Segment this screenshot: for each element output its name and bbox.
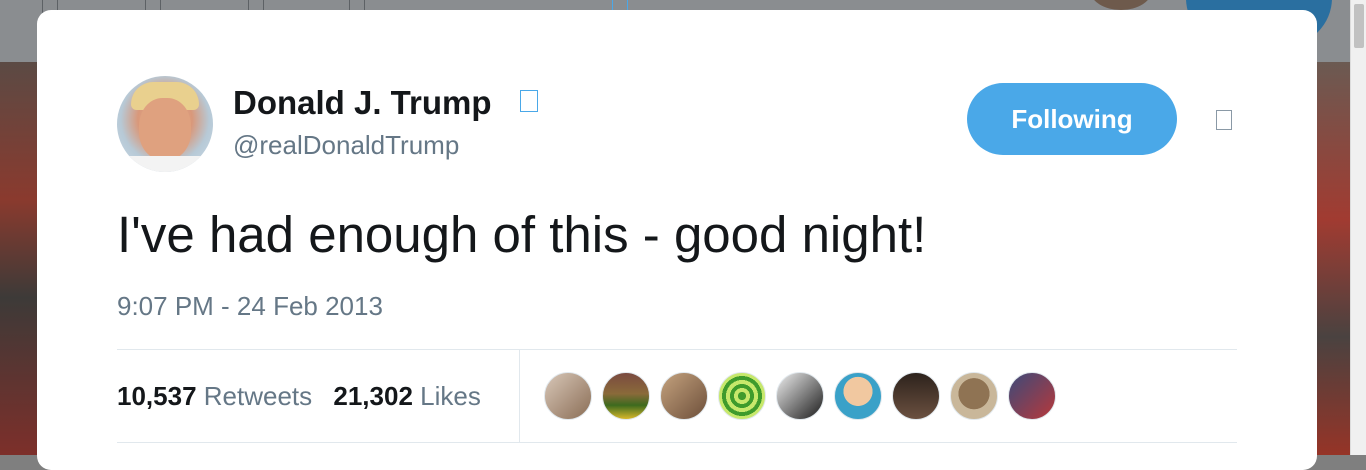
avatar-face <box>139 98 191 160</box>
tweet-card: Donald J. Trump @realDonaldTrump Followi… <box>37 10 1317 470</box>
retweets-stat[interactable]: 10,537 Retweets <box>117 381 312 411</box>
likes-stat[interactable]: 21,302 Likes <box>333 381 480 411</box>
liker-avatar[interactable] <box>660 372 708 420</box>
background-right-strip <box>1316 62 1350 455</box>
liker-avatar[interactable] <box>1008 372 1056 420</box>
scrollbar-thumb[interactable] <box>1354 4 1364 48</box>
author-avatar[interactable] <box>117 76 213 172</box>
tweet-stats: 10,537 Retweets 21,302 Likes <box>117 378 481 414</box>
following-button[interactable]: Following <box>967 83 1177 155</box>
likes-count: 21,302 <box>333 381 413 411</box>
liker-avatar[interactable] <box>892 372 940 420</box>
tweet-timestamp[interactable]: 9:07 PM - 24 Feb 2013 <box>117 288 383 324</box>
tweet-text: I've had enough of this - good night! <box>117 206 927 263</box>
stats-divider-bottom <box>117 442 1237 443</box>
author-name[interactable]: Donald J. Trump <box>233 83 492 123</box>
background-left-strip <box>0 62 38 455</box>
liker-avatar[interactable] <box>950 372 998 420</box>
liker-avatar[interactable] <box>834 372 882 420</box>
liker-avatar[interactable] <box>776 372 824 420</box>
chevron-down-icon[interactable] <box>1216 110 1232 130</box>
liker-avatar[interactable] <box>602 372 650 420</box>
author-handle[interactable]: @realDonaldTrump <box>233 127 459 163</box>
verified-badge-icon <box>520 90 538 112</box>
stats-divider-top <box>117 349 1237 350</box>
retweets-label: Retweets <box>203 381 313 411</box>
liker-avatar[interactable] <box>718 372 766 420</box>
background-avatar <box>1090 0 1152 10</box>
scrollbar[interactable] <box>1350 0 1366 455</box>
stats-divider-vertical <box>519 350 520 442</box>
liker-avatar[interactable] <box>544 372 592 420</box>
likes-label: Likes <box>420 381 481 411</box>
retweets-count: 10,537 <box>117 381 197 411</box>
avatar-shirt <box>127 156 203 172</box>
